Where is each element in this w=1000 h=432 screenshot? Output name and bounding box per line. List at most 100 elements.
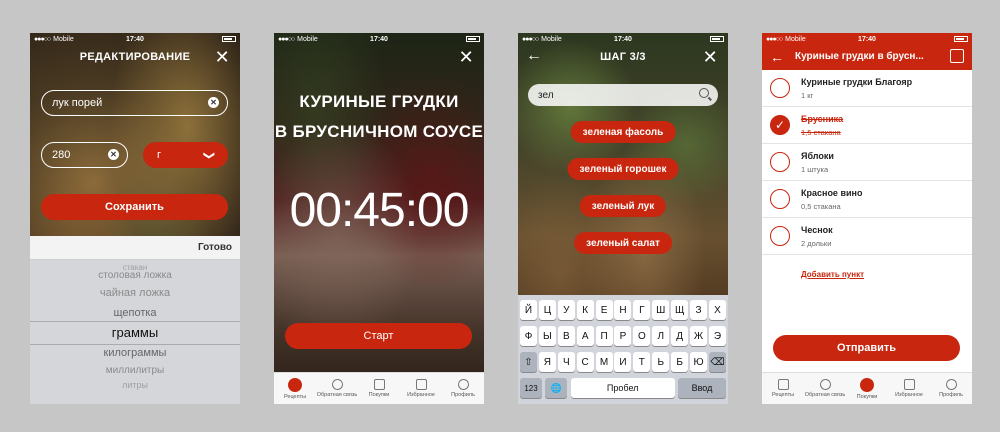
screen-timer: ●●●○○ Mobile 17:40 ✕ КУРИНЫЕ ГРУДКИ В БР… (274, 33, 484, 404)
suggestion-chip[interactable]: зеленая фасоль (570, 121, 676, 143)
search-input[interactable]: зел (528, 84, 718, 106)
checkbox[interactable] (770, 78, 790, 98)
key[interactable]: Э (708, 326, 726, 346)
globe-icon[interactable]: 🌐 (545, 378, 568, 398)
checkbox[interactable] (770, 226, 790, 246)
tab-favorites[interactable]: Избранное (400, 373, 442, 404)
ingredient-name-input[interactable]: лук порей ✕ (41, 90, 228, 116)
start-button[interactable]: Старт (285, 323, 472, 349)
key[interactable]: Ь (652, 352, 670, 372)
key[interactable]: Л (652, 326, 670, 346)
clear-icon[interactable]: ✕ (208, 97, 219, 108)
key[interactable]: Щ (671, 300, 689, 320)
item-name: Красное вино (801, 188, 863, 198)
battery-icon (466, 36, 480, 42)
done-button[interactable]: Готово (198, 242, 232, 253)
key[interactable]: Н (614, 300, 632, 320)
key[interactable]: Ф (520, 326, 537, 346)
picker-option[interactable]: миллилитры (30, 365, 240, 376)
key[interactable]: С (576, 352, 594, 372)
suggestion-chip[interactable]: зеленый салат (574, 232, 672, 254)
key[interactable]: Т (633, 352, 651, 372)
key[interactable]: Ш (652, 300, 670, 320)
back-arrow-icon[interactable]: ← (770, 49, 784, 65)
key[interactable]: И (614, 352, 632, 372)
enter-key[interactable]: Ввод (677, 378, 726, 398)
key[interactable]: Ц (538, 300, 556, 320)
checkbox[interactable] (770, 189, 790, 209)
tab-profile[interactable]: Профиль (442, 373, 484, 404)
picker-option[interactable]: чайная ложка (30, 287, 240, 299)
key[interactable]: У (557, 300, 575, 320)
key[interactable]: Е (595, 300, 613, 320)
picker-option[interactable]: щепотка (30, 307, 240, 319)
key[interactable]: П (595, 326, 613, 346)
tab-feedback[interactable]: Обратная связь (804, 373, 846, 404)
tab-shopping[interactable]: Покупки (846, 373, 888, 404)
tab-profile[interactable]: Профиль (930, 373, 972, 404)
key[interactable]: В (557, 326, 575, 346)
key[interactable]: О (633, 326, 651, 346)
suggestion-chip[interactable]: зеленый лук (579, 195, 667, 217)
clear-icon[interactable]: ✕ (108, 149, 119, 160)
suggestion-chip[interactable]: зеленый горошек (567, 158, 679, 180)
key[interactable]: Б (671, 352, 689, 372)
picker-option[interactable]: килограммы (30, 347, 240, 359)
list-item[interactable]: Красное вино 0,5 стакана (762, 181, 972, 218)
send-button[interactable]: Отправить (773, 335, 960, 361)
close-icon[interactable]: ✕ (215, 48, 230, 66)
key[interactable]: А (576, 326, 594, 346)
tab-shopping[interactable]: Покупки (358, 373, 400, 404)
key[interactable]: Ж (690, 326, 708, 346)
edit-list-icon[interactable] (950, 49, 964, 63)
key[interactable]: Ю (690, 352, 708, 372)
key[interactable]: Х (708, 300, 726, 320)
key[interactable]: Ч (557, 352, 575, 372)
add-item-link[interactable]: Добавить пункт (801, 270, 864, 279)
checkbox-checked[interactable] (770, 115, 790, 135)
key[interactable]: К (576, 300, 594, 320)
list-item[interactable]: Куриные грудки Благояр 1 кг (762, 70, 972, 107)
numbers-key[interactable]: 123 (520, 378, 542, 398)
picker-option[interactable]: литры (30, 380, 240, 390)
checkbox[interactable] (770, 152, 790, 172)
key[interactable]: Р (614, 326, 632, 346)
header: ●●●○○ Mobile 17:40 ← Куриные грудки в бр… (762, 33, 972, 70)
recipes-icon (777, 379, 789, 390)
key[interactable]: Й (520, 300, 537, 320)
tab-recipes[interactable]: Рецепты (274, 373, 316, 404)
space-key[interactable]: Пробел (570, 378, 675, 398)
list-item[interactable]: Чеснок 2 дольки (762, 218, 972, 255)
key[interactable]: З (690, 300, 708, 320)
tab-label: Покупки (368, 392, 390, 398)
unit-picker[interactable]: стакан столовая ложка чайная ложка щепот… (30, 260, 240, 404)
unit-select[interactable]: г ❯ (143, 142, 228, 168)
key[interactable]: М (595, 352, 613, 372)
list-item[interactable]: Яблоки 1 штука (762, 144, 972, 181)
tab-feedback[interactable]: Обратная связь (316, 373, 358, 404)
shift-key[interactable]: ⇧ (520, 352, 537, 372)
tab-favorites[interactable]: Избранное (888, 373, 930, 404)
picker-option[interactable]: столовая ложка (30, 270, 240, 281)
key[interactable]: Ы (538, 326, 556, 346)
battery-icon (710, 36, 724, 42)
amount-input[interactable]: 280 ✕ (41, 142, 128, 168)
key[interactable]: Г (633, 300, 651, 320)
search-icon[interactable] (699, 88, 709, 98)
backspace-key[interactable]: ⌫ (708, 352, 726, 372)
recipes-icon (288, 377, 302, 392)
tab-label: Избранное (407, 392, 435, 398)
page-title: РЕДАКТИРОВАНИЕ (79, 51, 191, 63)
tab-label: Покупки (856, 393, 878, 400)
close-icon[interactable]: ✕ (459, 48, 474, 66)
picker-option-selected[interactable]: граммы (30, 325, 240, 340)
back-arrow-icon[interactable]: ← (526, 48, 542, 64)
bookmark-icon (415, 379, 427, 390)
save-button[interactable]: Сохранить (41, 194, 228, 220)
tab-recipes[interactable]: Рецепты (762, 373, 804, 404)
close-icon[interactable]: ✕ (703, 48, 718, 66)
status-bar: ●●●○○ Mobile 17:40 (30, 33, 240, 45)
list-item[interactable]: Брусника 1,5 стакана (762, 107, 972, 144)
key[interactable]: Я (538, 352, 556, 372)
key[interactable]: Д (671, 326, 689, 346)
